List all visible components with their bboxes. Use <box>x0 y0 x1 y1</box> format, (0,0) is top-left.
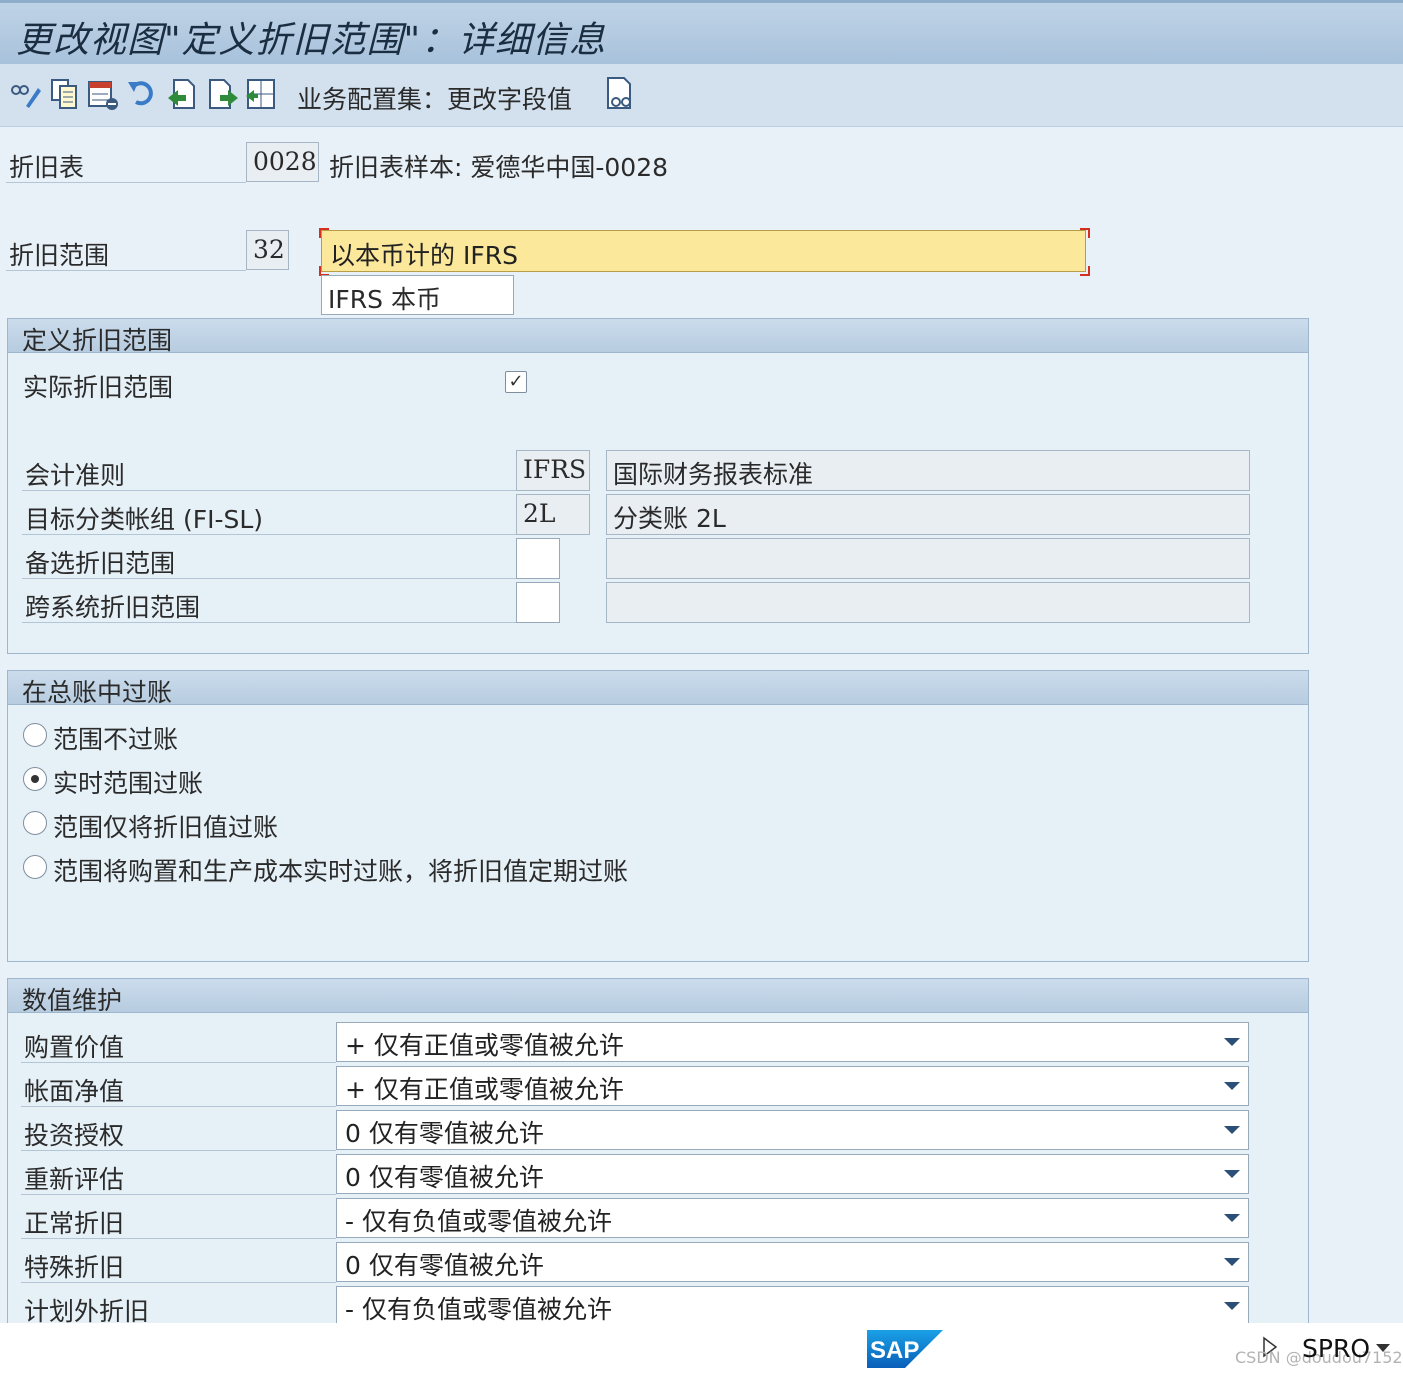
label-underline <box>21 1062 336 1063</box>
real-area-label: 实际折旧范围 <box>23 373 174 402</box>
chevron-down-icon[interactable] <box>1376 1344 1390 1352</box>
dropdown-value: - 仅有负值或零值被允许 <box>345 1295 612 1324</box>
label-underline <box>6 270 246 271</box>
accounting-principle-field: IFRS <box>516 450 590 491</box>
value-row-label: 投资授权 <box>24 1121 125 1150</box>
chart-of-depreciation-label: 折旧表 <box>9 153 85 182</box>
focus-corner <box>1080 266 1090 276</box>
special-depreciation-dropdown[interactable]: 0 仅有零值被允许 <box>336 1242 1249 1282</box>
ordinary-depreciation-dropdown[interactable]: - 仅有负值或零值被允许 <box>336 1198 1249 1238</box>
radio-apc-realtime-dep-periodic[interactable] <box>23 855 47 879</box>
value-row-label: 正常折旧 <box>24 1209 125 1238</box>
value-maintenance-group-title: 数值维护 <box>8 979 1308 1015</box>
revaluation-dropdown[interactable]: 0 仅有零值被允许 <box>336 1154 1249 1194</box>
label-underline <box>6 182 246 183</box>
cross-system-area-desc <box>606 582 1250 623</box>
undo-icon[interactable] <box>126 76 160 112</box>
dropdown-value: 0 仅有零值被允许 <box>345 1163 544 1192</box>
radio-depreciation-only[interactable] <box>23 811 47 835</box>
title-bar: 更改视图"定义折旧范围"：详细信息 <box>0 0 1403 64</box>
status-bar <box>0 1323 1403 1374</box>
select-icon[interactable] <box>244 76 278 112</box>
accounting-principle-label: 会计准则 <box>25 461 126 490</box>
system-id: SPRO <box>1302 1334 1370 1363</box>
define-area-group-title: 定义折旧范围 <box>8 319 1308 355</box>
area-short-name-input[interactable]: IFRS 本币 <box>321 275 514 315</box>
radio-no-posting[interactable] <box>23 723 47 747</box>
bc-set-label[interactable]: 业务配置集：更改字段值 <box>297 80 572 116</box>
radio-realtime-posting[interactable] <box>23 767 47 791</box>
label-underline <box>21 1150 336 1151</box>
target-ledger-group-desc: 分类账 2L <box>606 494 1250 535</box>
alternative-area-desc <box>606 538 1250 579</box>
display-change-icon[interactable] <box>8 76 42 112</box>
label-underline <box>21 1106 336 1107</box>
chevron-down-icon[interactable] <box>1224 1214 1240 1222</box>
value-row-label: 购置价值 <box>24 1033 125 1062</box>
delete-icon[interactable] <box>86 76 120 112</box>
chevron-down-icon[interactable] <box>1224 1082 1240 1090</box>
window-title: 更改视图"定义折旧范围"：详细信息 <box>16 20 607 61</box>
dropdown-value: 0 仅有零值被允许 <box>345 1119 544 1148</box>
label-underline <box>22 622 516 623</box>
gl-posting-group-title: 在总账中过账 <box>8 671 1308 707</box>
value-row-label: 重新评估 <box>24 1165 125 1194</box>
label-underline <box>21 1194 336 1195</box>
chevron-down-icon[interactable] <box>1224 1170 1240 1178</box>
target-ledger-group-field: 2L <box>516 494 590 535</box>
dropdown-value: + 仅有正值或零值被允许 <box>345 1075 624 1104</box>
application-toolbar: 业务配置集：更改字段值 <box>0 64 1403 127</box>
dropdown-value: + 仅有正值或零值被允许 <box>345 1031 624 1060</box>
label-underline <box>22 534 516 535</box>
real-area-checkbox[interactable]: ✓ <box>505 371 527 393</box>
area-name-input[interactable]: 以本币计的 IFRS <box>321 230 1086 272</box>
label-underline <box>21 1238 336 1239</box>
next-entry-icon[interactable] <box>206 76 240 112</box>
chart-of-depreciation-field: 0028 <box>246 142 319 182</box>
previous-entry-icon[interactable] <box>166 76 200 112</box>
value-row-label: 特殊折旧 <box>24 1253 125 1282</box>
label-underline <box>22 578 516 579</box>
investment-support-dropdown[interactable]: 0 仅有零值被允许 <box>336 1110 1249 1150</box>
bc-set-icon[interactable] <box>604 76 638 112</box>
chevron-down-icon[interactable] <box>1224 1038 1240 1046</box>
depreciation-area-label: 折旧范围 <box>9 241 110 270</box>
acquisition-value-dropdown[interactable]: + 仅有正值或零值被允许 <box>336 1022 1249 1062</box>
target-ledger-group-label: 目标分类帐组 (FI-SL) <box>25 505 264 534</box>
label-underline <box>22 490 516 491</box>
radio-label[interactable]: 实时范围过账 <box>53 764 203 800</box>
sap-logo: SAP <box>867 1330 943 1368</box>
chart-of-depreciation-desc: 折旧表样本: 爱德华中国-0028 <box>329 153 669 182</box>
value-row-label: 帐面净值 <box>24 1077 125 1106</box>
accounting-principle-desc: 国际财务报表标准 <box>606 450 1250 491</box>
copy-icon[interactable] <box>48 76 82 112</box>
radio-label[interactable]: 范围将购置和生产成本实时过账，将折旧值定期过账 <box>53 852 628 888</box>
chevron-down-icon[interactable] <box>1224 1302 1240 1310</box>
alternative-area-label: 备选折旧范围 <box>25 549 176 578</box>
dropdown-value: 0 仅有零值被允许 <box>345 1251 544 1280</box>
cross-system-area-label: 跨系统折旧范围 <box>25 593 201 622</box>
focus-corner <box>1080 228 1090 238</box>
cross-system-area-input[interactable] <box>516 582 560 623</box>
label-underline <box>21 1282 336 1283</box>
net-book-value-dropdown[interactable]: + 仅有正值或零值被允许 <box>336 1066 1249 1106</box>
focus-corner <box>319 228 329 238</box>
radio-label[interactable]: 范围不过账 <box>53 720 178 756</box>
radio-label[interactable]: 范围仅将折旧值过账 <box>53 808 278 844</box>
sap-logo-text: SAP <box>870 1337 919 1364</box>
dropdown-value: - 仅有负值或零值被允许 <box>345 1207 612 1236</box>
chevron-down-icon[interactable] <box>1224 1258 1240 1266</box>
depreciation-area-field: 32 <box>246 230 289 270</box>
alternative-area-input[interactable] <box>516 538 560 579</box>
unplanned-depreciation-dropdown[interactable]: - 仅有负值或零值被允许 <box>336 1286 1249 1326</box>
chevron-down-icon[interactable] <box>1224 1126 1240 1134</box>
